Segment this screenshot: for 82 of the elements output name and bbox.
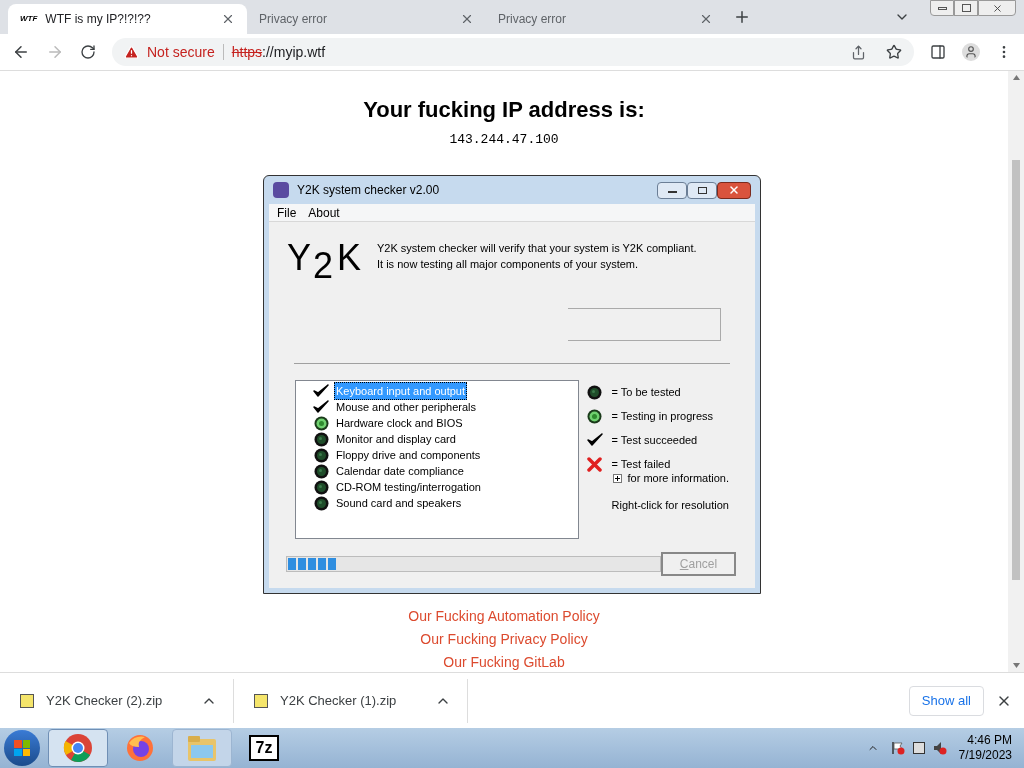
legend-label: = Test failed — [611, 456, 671, 472]
close-icon[interactable] — [221, 12, 235, 26]
legend-hint: Right-click for resolution — [610, 497, 729, 513]
window-title: Y2K system checker v2.00 — [297, 182, 441, 199]
footer-link[interactable]: Our Fucking Automation Policy — [408, 607, 600, 626]
description-text: It is now testing all major components of your system. — [377, 257, 640, 272]
flag-icon[interactable] — [890, 741, 905, 755]
browser-tab[interactable]: WTF WTF is my IP?!?!?? — [8, 4, 247, 34]
back-icon[interactable] — [12, 43, 30, 61]
app-icon — [273, 182, 289, 198]
taskbar-button[interactable]: 7z — [234, 729, 294, 767]
test-item[interactable]: Hardware clock and BIOS — [313, 415, 578, 431]
close-button[interactable] — [717, 181, 751, 199]
test-label: Sound card and speakers — [335, 495, 463, 511]
test-label: Keyboard input and output — [334, 381, 468, 401]
tab-title: Privacy error — [498, 11, 567, 28]
menu-item[interactable]: About — [308, 203, 340, 222]
test-label: Hardware clock and BIOS — [335, 415, 464, 431]
zip-file-icon — [254, 693, 268, 708]
browser-tab[interactable]: Privacy error — [247, 4, 486, 34]
test-item[interactable]: Monitor and display card — [313, 431, 578, 447]
close-icon[interactable] — [699, 12, 713, 26]
download-item[interactable]: Y2K Checker (1).zip — [234, 678, 468, 723]
scrollbar[interactable] — [1008, 71, 1024, 672]
profile-icon[interactable] — [962, 43, 980, 61]
test-label: Calendar date compliance — [335, 463, 465, 479]
test-label: Monitor and display card — [335, 431, 457, 447]
restore-icon[interactable] — [954, 0, 978, 16]
browser-tab[interactable]: Privacy error — [486, 4, 725, 34]
plus-box-icon — [612, 473, 622, 483]
test-label: CD-ROM testing/interrogation — [335, 479, 482, 495]
test-item[interactable]: CD-ROM testing/interrogation — [313, 479, 578, 495]
test-item[interactable]: Sound card and speakers — [313, 495, 578, 511]
test-label: Floppy drive and components — [335, 447, 482, 463]
minimize-icon[interactable] — [930, 0, 954, 16]
maximize-button[interactable] — [687, 181, 717, 199]
new-tab-icon[interactable] — [733, 8, 751, 26]
tab-title: WTF is my IP?!?!?? — [45, 11, 152, 28]
page-heading: Your fucking IP address is: — [363, 96, 645, 124]
zip-file-icon — [20, 693, 34, 708]
start-button[interactable] — [4, 730, 40, 766]
legend-note: for more information. — [627, 471, 729, 486]
ip-address: 143.244.47.100 — [449, 131, 559, 149]
scroll-up-icon[interactable] — [1012, 75, 1020, 80]
test-item[interactable]: Mouse and other peripherals — [313, 399, 578, 415]
footer-link[interactable]: Our Fucking GitLab — [443, 653, 565, 672]
test-item[interactable]: Calendar date compliance — [313, 463, 578, 479]
legend-label: = To be tested — [611, 384, 681, 400]
share-icon[interactable] — [851, 44, 866, 60]
download-item[interactable]: Y2K Checker (2).zip — [0, 678, 234, 723]
muted-speaker-icon[interactable] — [932, 741, 947, 755]
y2k-logo: Y2 K — [287, 240, 363, 276]
security-label: Not secure — [147, 42, 215, 62]
minimize-button[interactable] — [657, 181, 687, 199]
sevenzip-icon[interactable]: 7z — [249, 735, 279, 761]
file-name: Y2K Checker (1).zip — [280, 691, 398, 710]
date-label: 7/19/2023 — [958, 748, 1012, 763]
clock[interactable]: 4:46 PM 7/19/2023 — [958, 733, 1020, 763]
scroll-down-icon[interactable] — [1012, 663, 1020, 668]
description-text: Y2K system checker will verify that your system is Y2K compliant. — [377, 241, 697, 256]
legend-label: = Test succeeded — [611, 432, 698, 448]
side-panel-icon[interactable] — [930, 44, 946, 60]
firefox-icon[interactable] — [125, 733, 155, 763]
warning-icon — [124, 44, 139, 60]
show-all-button[interactable]: Show all — [908, 685, 984, 716]
close-icon[interactable] — [460, 12, 474, 26]
test-label: Mouse and other peripherals — [335, 399, 478, 415]
time-label: 4:46 PM — [967, 733, 1012, 748]
menu-item[interactable]: File — [277, 203, 297, 222]
reload-icon[interactable] — [80, 44, 96, 60]
test-item[interactable]: Floppy drive and components — [313, 447, 578, 463]
taskbar-button[interactable] — [48, 729, 108, 767]
file-name: Y2K Checker (2).zip — [46, 691, 164, 710]
footer-link[interactable]: Our Fucking Privacy Policy — [420, 630, 588, 649]
favicon: WTF — [20, 13, 38, 25]
bookmark-icon[interactable] — [886, 44, 902, 60]
chrome-icon[interactable] — [63, 733, 93, 763]
close-icon — [728, 184, 740, 196]
legend-label: = Testing in progress — [611, 408, 714, 424]
url-text: https://myip.wtf — [231, 42, 326, 62]
tab-title: Privacy error — [259, 11, 328, 28]
address-bar[interactable]: Not secure https://myip.wtf — [112, 38, 914, 66]
